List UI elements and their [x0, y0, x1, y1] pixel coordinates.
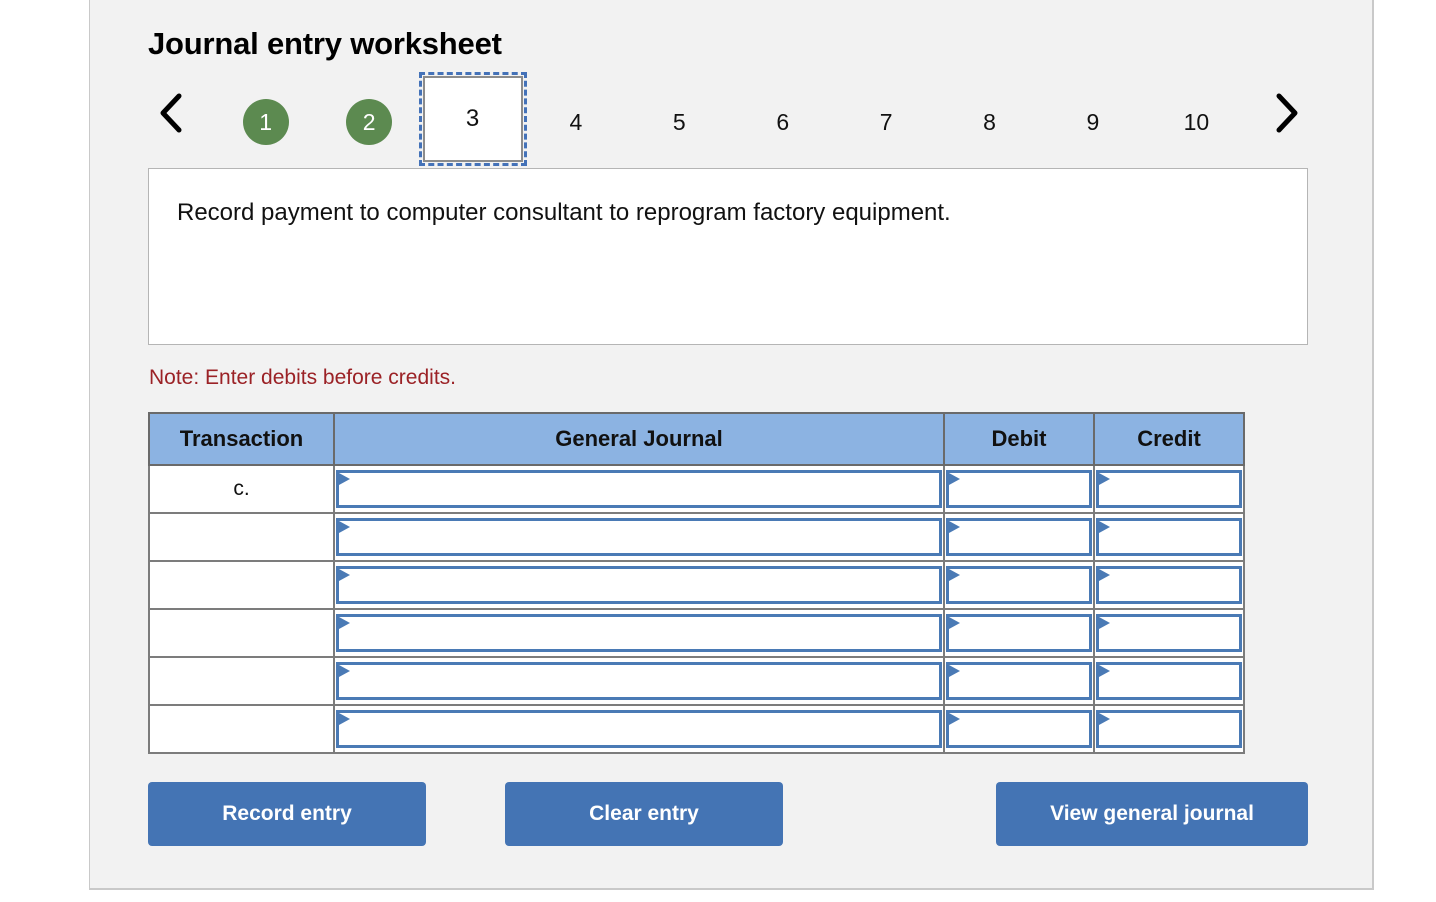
- debit-input[interactable]: [946, 614, 1092, 652]
- table-row: [148, 560, 1245, 610]
- prev-step-button[interactable]: [154, 90, 188, 136]
- general-journal-input-cell: [333, 512, 945, 562]
- debit-input[interactable]: [946, 566, 1092, 604]
- transaction-description-box: Record payment to computer consultant to…: [148, 168, 1308, 345]
- general-journal-input[interactable]: [336, 710, 942, 748]
- step-list: 1 2 3 4 5 6 7 8 9 10: [214, 72, 1248, 168]
- step-tab-label: 3: [418, 72, 527, 166]
- debit-input-cell: [943, 608, 1095, 658]
- credit-input-cell: [1093, 608, 1245, 658]
- debit-input[interactable]: [946, 470, 1092, 508]
- debit-input[interactable]: [946, 518, 1092, 556]
- credit-input[interactable]: [1096, 614, 1242, 652]
- credit-input-cell: [1093, 656, 1245, 706]
- step-tab-label: 2: [346, 99, 393, 145]
- credit-input[interactable]: [1096, 566, 1242, 604]
- debit-input[interactable]: [946, 662, 1092, 700]
- debit-input-cell: [943, 656, 1095, 706]
- transaction-description-text: Record payment to computer consultant to…: [177, 199, 951, 226]
- action-button-row: Record entry Clear entry View general jo…: [148, 782, 1308, 852]
- clear-entry-button[interactable]: Clear entry: [505, 782, 783, 846]
- column-header-debit: Debit: [943, 412, 1095, 466]
- general-journal-input[interactable]: [336, 470, 942, 508]
- step-tab-7[interactable]: 7: [834, 76, 937, 168]
- transaction-cell: c.: [148, 464, 335, 514]
- column-header-credit: Credit: [1093, 412, 1245, 466]
- view-general-journal-button[interactable]: View general journal: [996, 782, 1308, 846]
- step-tab-label: 6: [776, 108, 790, 135]
- step-tab-10[interactable]: 10: [1145, 76, 1248, 168]
- next-step-button[interactable]: [1270, 90, 1304, 136]
- general-journal-input-cell: [333, 464, 945, 514]
- table-row: [148, 608, 1245, 658]
- transaction-cell: [148, 704, 335, 754]
- table-row: [148, 704, 1245, 754]
- credit-input-cell: [1093, 464, 1245, 514]
- step-tab-4[interactable]: 4: [524, 76, 627, 168]
- column-header-transaction: Transaction: [148, 412, 335, 466]
- step-tab-6[interactable]: 6: [731, 76, 834, 168]
- worksheet-panel: Journal entry worksheet 1 2 3 4 5 6 7 8 9 10 Reco…: [89, 0, 1374, 890]
- debit-input[interactable]: [946, 710, 1092, 748]
- credit-input[interactable]: [1096, 470, 1242, 508]
- general-journal-input[interactable]: [336, 518, 942, 556]
- credit-input-cell: [1093, 704, 1245, 754]
- debit-input-cell: [943, 560, 1095, 610]
- credit-input-cell: [1093, 560, 1245, 610]
- debits-before-credits-note: Note: Enter debits before credits.: [149, 366, 456, 389]
- transaction-cell: [148, 512, 335, 562]
- general-journal-input-cell: [333, 656, 945, 706]
- step-tab-label: 7: [879, 108, 893, 135]
- step-tab-1[interactable]: 1: [214, 76, 317, 168]
- credit-input[interactable]: [1096, 662, 1242, 700]
- transaction-cell: [148, 560, 335, 610]
- credit-input[interactable]: [1096, 710, 1242, 748]
- step-tab-label: 10: [1183, 108, 1210, 135]
- column-header-general-journal: General Journal: [333, 412, 945, 466]
- step-tab-9[interactable]: 9: [1041, 76, 1144, 168]
- step-tab-8[interactable]: 8: [938, 76, 1041, 168]
- step-tab-label: 5: [672, 108, 686, 135]
- step-tab-label: 8: [983, 108, 996, 135]
- step-tab-3[interactable]: 3: [418, 72, 527, 168]
- debit-input-cell: [943, 512, 1095, 562]
- general-journal-input-cell: [333, 704, 945, 754]
- worksheet-content: Journal entry worksheet 1 2 3 4 5 6 7 8 9 10 Reco…: [148, 0, 1308, 852]
- debit-input-cell: [943, 704, 1095, 754]
- table-row: [148, 512, 1245, 562]
- table-header-row: Transaction General Journal Debit Credit: [148, 412, 1245, 466]
- page-title: Journal entry worksheet: [148, 26, 502, 61]
- step-tab-label: 9: [1086, 108, 1100, 135]
- general-journal-input-cell: [333, 608, 945, 658]
- general-journal-input[interactable]: [336, 662, 942, 700]
- credit-input[interactable]: [1096, 518, 1242, 556]
- transaction-cell: [148, 608, 335, 658]
- step-tab-5[interactable]: 5: [628, 76, 731, 168]
- table-row: c.: [148, 464, 1245, 514]
- step-navigation: 1 2 3 4 5 6 7 8 9 10: [148, 72, 1308, 168]
- credit-input-cell: [1093, 512, 1245, 562]
- step-tab-label: 4: [569, 108, 583, 135]
- general-journal-input[interactable]: [336, 566, 942, 604]
- step-tab-2[interactable]: 2: [317, 76, 420, 168]
- general-journal-input-cell: [333, 560, 945, 610]
- record-entry-button[interactable]: Record entry: [148, 782, 426, 846]
- general-journal-input[interactable]: [336, 614, 942, 652]
- table-row: [148, 656, 1245, 706]
- transaction-cell: [148, 656, 335, 706]
- debit-input-cell: [943, 464, 1095, 514]
- step-tab-label: 1: [242, 99, 289, 145]
- journal-entry-table: Transaction General Journal Debit Credit…: [148, 412, 1245, 754]
